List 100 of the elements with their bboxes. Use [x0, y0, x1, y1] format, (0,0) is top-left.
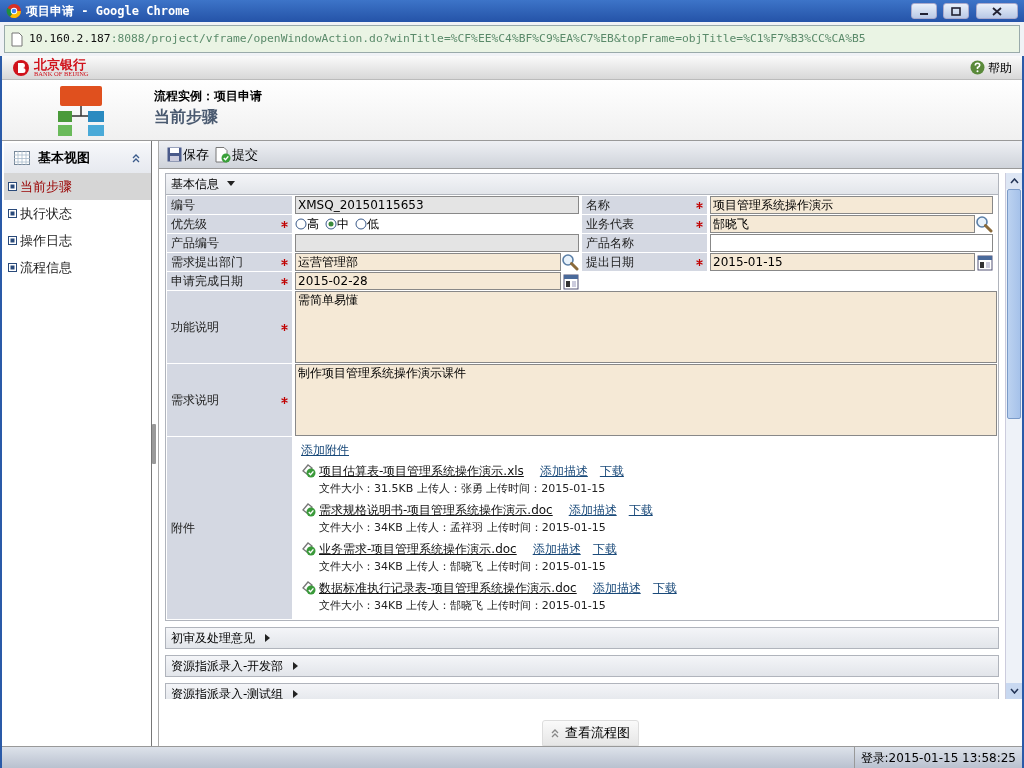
field-label: 需求说明	[167, 364, 292, 436]
radio-icon[interactable]	[295, 218, 307, 230]
calendar-icon[interactable]	[977, 253, 993, 271]
submit-button[interactable]: 提交	[215, 144, 258, 165]
help-icon	[970, 60, 985, 75]
caret-right-icon	[263, 634, 271, 642]
input-field[interactable]	[710, 234, 993, 252]
window-title: 项目申请 - Google Chrome	[26, 3, 191, 20]
attachment-info: 文件大小：34KB 上传人：郜晓飞 上传时间：2015-01-15	[318, 559, 607, 575]
input-field[interactable]	[295, 234, 579, 252]
field-label: 提出日期	[582, 253, 707, 271]
text-area[interactable]: 需简单易懂	[295, 291, 997, 363]
search-icon[interactable]	[561, 253, 579, 271]
close-button[interactable]	[976, 3, 1018, 19]
bullet-icon	[8, 236, 17, 245]
section-header[interactable]: 基本信息	[165, 173, 999, 195]
attachment-info: 文件大小：31.5KB 上传人：张勇 上传时间：2015-01-15	[318, 481, 607, 497]
sidebar-item[interactable]: 流程信息	[4, 254, 151, 281]
caret-down-icon	[227, 180, 235, 188]
required-icon	[281, 396, 288, 404]
save-button[interactable]: 保存	[167, 144, 209, 165]
minimize-button[interactable]	[911, 3, 937, 19]
maximize-button[interactable]	[943, 3, 969, 19]
download-link[interactable]: 下载	[652, 578, 677, 597]
download-link[interactable]: 下载	[628, 500, 653, 519]
status-text: 登录:2015-01-15 13:58:25	[853, 747, 1022, 768]
input-field[interactable]: 2015-01-15	[710, 253, 975, 271]
section-header[interactable]: 资源指派录入-测试组	[165, 683, 999, 699]
section-header[interactable]: 资源指派录入-开发部	[165, 655, 999, 677]
required-icon	[696, 220, 703, 228]
radio-icon[interactable]	[325, 218, 337, 230]
add-description-link[interactable]: 添加描述	[592, 578, 641, 597]
attachment-link[interactable]: 需求规格说明书-项目管理系统操作演示.doc	[319, 500, 553, 519]
input-field[interactable]: 运营管理部	[295, 253, 561, 271]
view-flowchart-button[interactable]: 查看流程图	[542, 720, 639, 746]
collapse-icon[interactable]	[131, 153, 141, 163]
page-icon	[11, 31, 23, 47]
bullet-icon	[8, 263, 17, 272]
section-header[interactable]: 初审及处理意见	[165, 627, 999, 649]
calendar-icon[interactable]	[563, 272, 579, 290]
scroll-up-icon	[1009, 178, 1019, 184]
required-icon	[281, 258, 288, 266]
sidebar-item[interactable]: 当前步骤	[4, 173, 151, 200]
bullet-icon	[8, 182, 17, 191]
attachment-link[interactable]: 业务需求-项目管理系统操作演示.doc	[319, 539, 517, 558]
field-label: 功能说明	[167, 291, 292, 363]
add-attachment-link[interactable]: 添加附件	[301, 441, 991, 459]
minimize-icon	[920, 13, 928, 15]
address-bar[interactable]: 10.160.2.187:8088/project/vframe/openWindowAction.do?winTitle=%CF%EE%C4%BF%C9%EA%C7%EB&topFrame=objTitle=%C1%F7%B3%CC%CA%B5	[4, 25, 1020, 53]
attachment-icon	[301, 580, 317, 595]
caret-right-icon	[291, 662, 300, 670]
download-link[interactable]: 下载	[599, 461, 624, 480]
attachment-link[interactable]: 项目估算表-项目管理系统操作演示.xls	[319, 461, 524, 480]
input-field[interactable]: 2015-02-28	[295, 272, 561, 290]
field-label: 产品名称	[582, 234, 707, 252]
sidebar-item[interactable]: 操作日志	[4, 227, 151, 254]
input-field[interactable]: 项目管理系统操作演示	[710, 196, 993, 214]
required-icon	[696, 258, 703, 266]
attachment-info: 文件大小：34KB 上传人：孟祥羽 上传时间：2015-01-15	[318, 520, 607, 536]
required-icon	[281, 323, 288, 331]
help-button[interactable]: 帮助	[970, 58, 1012, 77]
maximize-icon	[951, 6, 961, 16]
attachment-link[interactable]: 数据标准执行记录表-项目管理系统操作演示.doc	[319, 578, 577, 597]
required-icon	[281, 277, 288, 285]
grid-icon	[14, 151, 30, 165]
scrollbar[interactable]	[1005, 173, 1022, 699]
input-field[interactable]: XMSQ_20150115653	[295, 196, 579, 214]
document-check-icon	[215, 146, 231, 163]
field-label: 业务代表	[582, 215, 707, 233]
splitter-handle[interactable]	[152, 423, 156, 464]
process-caption: 流程实例：项目申请	[154, 88, 262, 105]
sidebar-title: 基本视图	[38, 149, 91, 168]
add-description-link[interactable]: 添加描述	[568, 500, 617, 519]
radio-icon[interactable]	[355, 218, 367, 230]
field-label: 需求提出部门	[167, 253, 292, 271]
field-label: 编号	[167, 196, 292, 214]
radio-option[interactable]: 高	[295, 215, 319, 233]
close-icon	[992, 6, 1002, 16]
scroll-down-icon	[1009, 688, 1019, 694]
required-icon	[281, 220, 288, 228]
attachment-icon	[301, 541, 317, 556]
caret-right-icon	[291, 690, 300, 698]
input-field[interactable]: 郜晓飞	[710, 215, 975, 233]
bullet-icon	[8, 209, 17, 218]
field-label: 优先级	[167, 215, 292, 233]
bank-logo-icon	[12, 58, 30, 77]
radio-option[interactable]: 低	[355, 215, 379, 233]
sidebar-item[interactable]: 执行状态	[4, 200, 151, 227]
attachment-icon	[301, 463, 317, 478]
download-link[interactable]: 下载	[592, 539, 617, 558]
required-icon	[696, 201, 703, 209]
text-area[interactable]: 制作项目管理系统操作演示课件	[295, 364, 997, 436]
add-description-link[interactable]: 添加描述	[532, 539, 581, 558]
field-label: 申请完成日期	[167, 272, 292, 290]
attachment-icon	[301, 502, 317, 517]
url-path: :8088/project/vframe/openWindowAction.do?winTitle=%CF%EE%C4%BF%C9%EA%C7%EB&topFrame=objTitle=%C1%F7%B3%CC%CA%B5	[110, 30, 866, 47]
page-title: 当前步骤	[154, 106, 219, 128]
add-description-link[interactable]: 添加描述	[539, 461, 588, 480]
radio-option[interactable]: 中	[325, 215, 349, 233]
search-icon[interactable]	[975, 215, 993, 233]
